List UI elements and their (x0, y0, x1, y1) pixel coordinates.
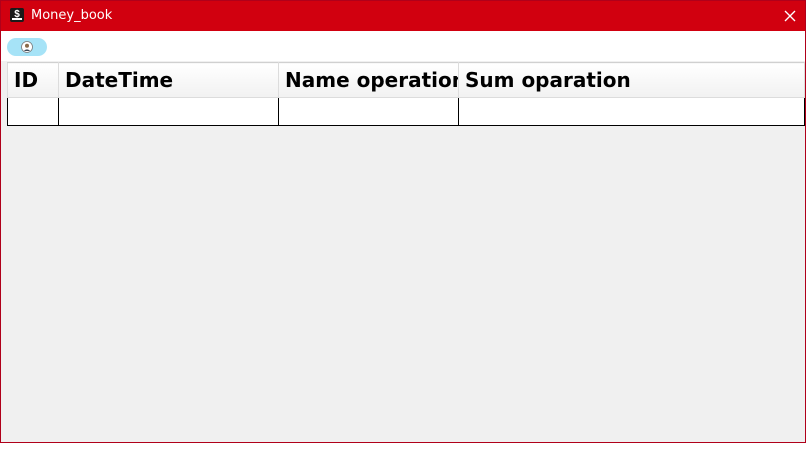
toolbar (1, 31, 805, 61)
app-icon: $ (10, 8, 24, 22)
column-header-id[interactable]: ID (7, 62, 59, 98)
close-button[interactable] (775, 1, 805, 31)
column-header-datetime[interactable]: DateTime (58, 62, 279, 98)
window-title: Money_book (31, 8, 113, 23)
column-header-sum-operation[interactable]: Sum oparation (458, 62, 805, 98)
cell-datetime[interactable] (58, 97, 279, 126)
column-header-name-operation[interactable]: Name operation (278, 62, 459, 98)
table-row[interactable] (7, 97, 805, 126)
close-icon (784, 10, 796, 22)
table-header-row: ID DateTime Name operation Sum oparation (7, 62, 805, 98)
user-profile-icon (21, 41, 33, 53)
cell-name-operation[interactable] (278, 97, 459, 126)
title-bar[interactable]: $ Money_book (1, 1, 805, 31)
cell-id[interactable] (7, 97, 59, 126)
operations-table: ID DateTime Name operation Sum oparation (7, 62, 805, 126)
profile-button[interactable] (7, 38, 47, 56)
cell-sum-operation[interactable] (458, 97, 805, 126)
money-book-window: $ Money_book ID DateTime Name operation … (0, 0, 806, 443)
